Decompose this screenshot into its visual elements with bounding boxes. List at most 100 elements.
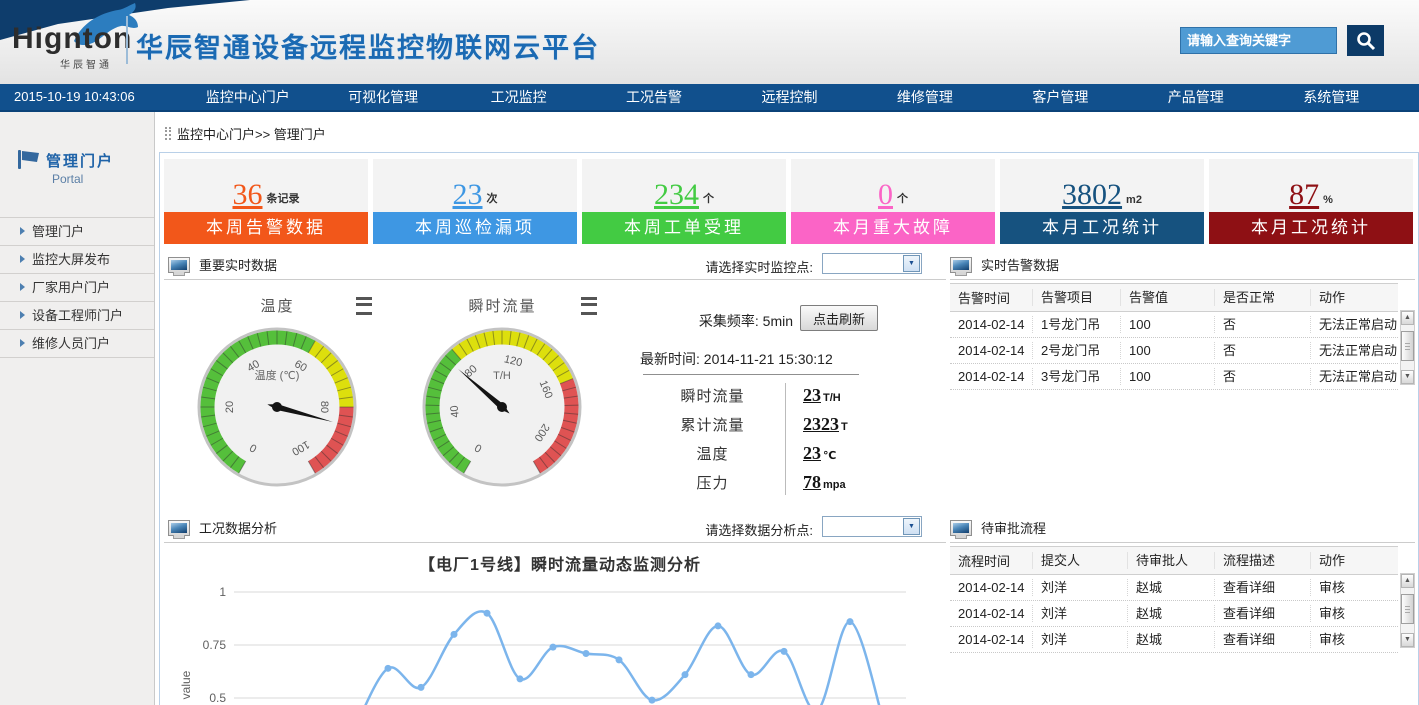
scroll-up-icon[interactable]: ▲ — [1401, 574, 1414, 588]
scroll-down-icon[interactable]: ▼ — [1401, 370, 1414, 384]
table-row: 2014-02-14刘洋赵城查看详细审核 — [950, 575, 1398, 601]
table-cell[interactable]: 查看详细 — [1214, 605, 1310, 622]
table-row: 2014-02-143号龙门吊100否无法正常启动 — [950, 364, 1398, 390]
monitor-icon — [168, 520, 190, 536]
nav-item[interactable]: 工况告警 — [586, 84, 721, 110]
breadcrumb[interactable]: 监控中心门户>> 管理门户 — [165, 124, 326, 142]
table-cell[interactable]: 审核 — [1310, 631, 1398, 648]
monitor-icon — [168, 257, 190, 273]
reading-unit: ℃ — [823, 449, 836, 462]
search-button[interactable] — [1347, 25, 1384, 56]
svg-text:温度 (℃): 温度 (℃) — [255, 368, 300, 382]
reading-value: 23T/H — [785, 386, 841, 405]
table-cell[interactable]: 审核 — [1310, 579, 1398, 596]
caret-right-icon — [20, 255, 25, 263]
main-nav: 2015-10-19 10:43:06 监控中心门户可视化管理工况监控工况告警远… — [0, 84, 1419, 112]
reading-label: 累计流量 — [640, 414, 785, 435]
logo-text: Hignton — [12, 22, 132, 56]
sidebar-item[interactable]: 维修人员门户 — [0, 330, 154, 358]
sidebar-item-label: 监控大屏发布 — [32, 252, 110, 267]
gauge-dial: 04080120160200T/H — [422, 327, 582, 487]
table-cell: 赵城 — [1127, 605, 1214, 622]
table-cell[interactable]: 查看详细 — [1214, 631, 1310, 648]
table-cell[interactable]: 审核 — [1310, 605, 1398, 622]
chart-menu-icon[interactable] — [356, 297, 372, 315]
search-input[interactable] — [1180, 27, 1337, 54]
table-cell: 赵城 — [1127, 631, 1214, 648]
nav-item[interactable]: 可视化管理 — [315, 84, 450, 110]
sidebar-item[interactable]: 厂家用户门户 — [0, 274, 154, 302]
nav-item[interactable]: 远程控制 — [722, 84, 857, 110]
dashboard-panel: 36条记录本周告警数据23次本周巡检漏项234个本周工单受理0个本月重大故障38… — [159, 152, 1419, 705]
chart-menu-icon[interactable] — [581, 297, 597, 315]
sidebar-menu: 管理门户监控大屏发布厂家用户门户设备工程师门户维修人员门户 — [0, 217, 154, 358]
scrollbar-thumb[interactable] — [1401, 331, 1414, 361]
reading-value: 78mpa — [785, 473, 846, 492]
scrollbar-thumb[interactable] — [1401, 594, 1414, 624]
header-cell: 是否正常 — [1214, 289, 1310, 306]
nav-item[interactable]: 监控中心门户 — [180, 84, 315, 110]
chevron-down-icon[interactable]: ▼ — [903, 255, 920, 272]
table-cell[interactable]: 查看详细 — [1214, 579, 1310, 596]
approval-table: 流程时间提交人待审批人流程描述动作2014-02-14刘洋赵城查看详细审核201… — [950, 546, 1398, 653]
chevron-down-icon[interactable]: ▼ — [903, 518, 920, 535]
nav-item[interactable]: 系统管理 — [1264, 84, 1399, 110]
reading-row: 压力78mpa — [640, 468, 920, 497]
collect-frequency-label: 采集频率: 5min — [640, 311, 793, 331]
nav-menu: 监控中心门户可视化管理工况监控工况告警远程控制维修管理客户管理产品管理系统管理 — [180, 84, 1399, 110]
table-cell: 2014-02-14 — [950, 580, 1032, 595]
table-cell: 100 — [1120, 368, 1214, 385]
chart-title: 【电厂1号线】瞬时流量动态监测分析 — [200, 551, 920, 575]
table-cell: 2014-02-14 — [950, 369, 1032, 384]
right-column: 实时告警数据 告警时间告警项目告警值是否正常动作2014-02-141号龙门吊1… — [950, 153, 1417, 705]
table-cell: 否 — [1214, 316, 1310, 333]
analysis-point-select[interactable]: ▼ — [822, 516, 922, 537]
table-row: 2014-02-141号龙门吊100否无法正常启动 — [950, 312, 1398, 338]
sidebar-item-label: 设备工程师门户 — [32, 308, 123, 323]
search-icon — [1355, 30, 1377, 52]
table-header-row: 告警时间告警项目告警值是否正常动作 — [950, 283, 1398, 312]
nav-item[interactable]: 维修管理 — [857, 84, 992, 110]
nav-item[interactable]: 产品管理 — [1128, 84, 1263, 110]
alarm-table-scrollbar[interactable]: ▲ ▼ — [1400, 310, 1415, 385]
refresh-button[interactable]: 点击刷新 — [800, 305, 878, 331]
sidebar-item[interactable]: 设备工程师门户 — [0, 302, 154, 330]
reading-row: 累计流量2323T — [640, 410, 920, 439]
sidebar-item[interactable]: 监控大屏发布 — [0, 246, 154, 274]
nav-item[interactable]: 工况监控 — [451, 84, 586, 110]
table-cell: 无法正常启动 — [1310, 342, 1398, 359]
logo-separator — [126, 16, 128, 64]
approval-table-scrollbar[interactable]: ▲ ▼ — [1400, 573, 1415, 648]
reading-number: 23 — [803, 386, 821, 405]
reading-label: 压力 — [640, 472, 785, 493]
table-cell: 否 — [1214, 368, 1310, 385]
gauge-dial: 020406080100温度 (℃) — [197, 327, 357, 487]
left-column: 重要实时数据 请选择实时监控点: ▼ 温度020406080100温度 (℃)瞬… — [160, 153, 950, 705]
section-alarm: 实时告警数据 — [950, 250, 1415, 280]
table-cell: 100 — [1120, 342, 1214, 359]
nav-timestamp: 2015-10-19 10:43:06 — [14, 84, 135, 110]
realtime-point-select[interactable]: ▼ — [822, 253, 922, 274]
latest-time-divider — [643, 374, 859, 375]
reading-unit: mpa — [823, 479, 846, 491]
table-cell: 2号龙门吊 — [1032, 342, 1120, 359]
table-cell: 否 — [1214, 342, 1310, 359]
table-row: 2014-02-142号龙门吊100否无法正常启动 — [950, 338, 1398, 364]
reading-label: 温度 — [640, 443, 785, 464]
section-title: 重要实时数据 — [199, 255, 277, 274]
nav-item[interactable]: 客户管理 — [993, 84, 1128, 110]
section-title: 待审批流程 — [981, 518, 1046, 537]
readings-list: 瞬时流量23T/H累计流量2323T温度23℃压力78mpa — [640, 381, 920, 497]
logo-subtitle: 华辰智通 — [60, 56, 112, 71]
table-cell: 无法正常启动 — [1310, 316, 1398, 333]
scroll-up-icon[interactable]: ▲ — [1401, 311, 1414, 325]
scroll-down-icon[interactable]: ▼ — [1401, 633, 1414, 647]
reading-number: 2323 — [803, 415, 839, 434]
sidebar: 管理门户 Portal 管理门户监控大屏发布厂家用户门户设备工程师门户维修人员门… — [0, 112, 155, 705]
latest-time-label: 最新时间: 2014-11-21 15:30:12 — [640, 349, 880, 369]
flag-icon — [16, 148, 40, 170]
reading-number: 78 — [803, 473, 821, 492]
sidebar-item[interactable]: 管理门户 — [0, 218, 154, 246]
header-cell: 告警值 — [1120, 289, 1214, 306]
reading-row: 温度23℃ — [640, 439, 920, 468]
